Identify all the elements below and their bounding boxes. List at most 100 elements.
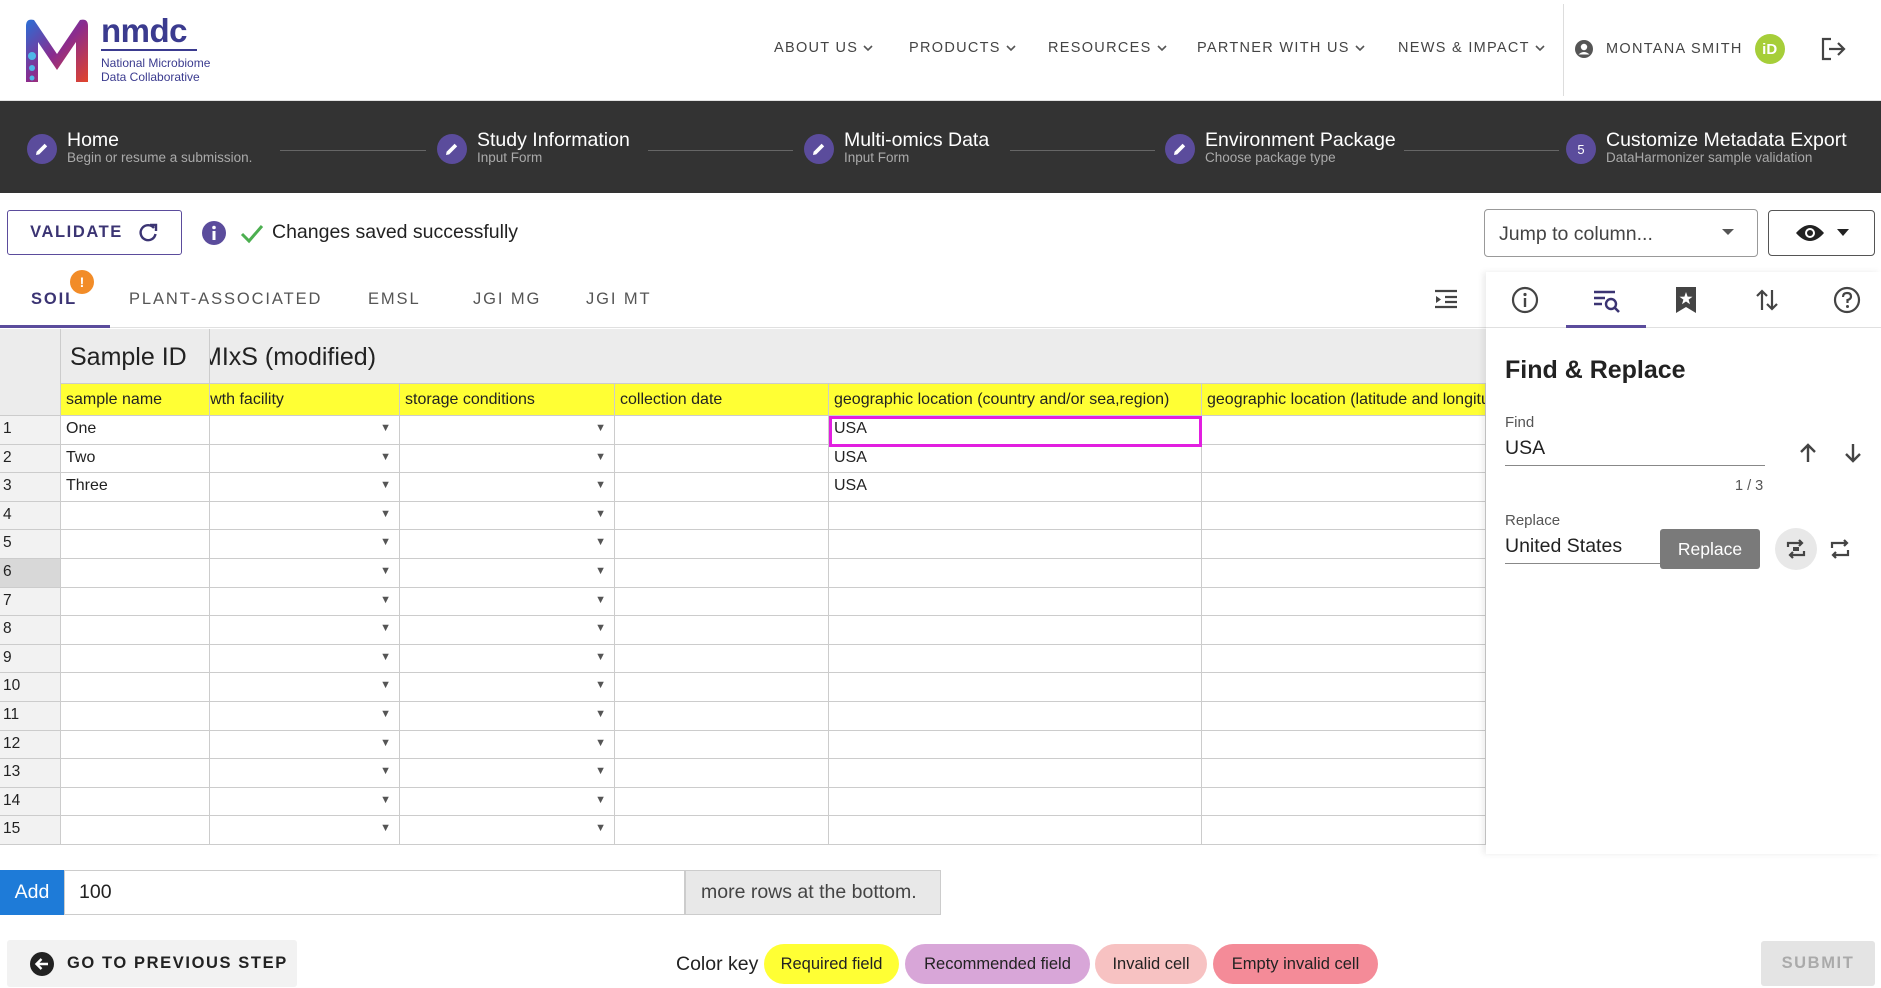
grid-cell[interactable]: ▼ xyxy=(210,473,400,502)
grid-cell[interactable]: ▼ xyxy=(210,444,400,474)
dropdown-arrow-icon[interactable]: ▼ xyxy=(595,622,606,634)
jump-to-column-select[interactable]: Jump to column... xyxy=(1484,209,1758,257)
grid-cell[interactable] xyxy=(1202,501,1486,531)
step-home[interactable]: Home Begin or resume a submission. xyxy=(27,129,252,165)
grid-cell[interactable] xyxy=(1202,644,1486,674)
grid-cell[interactable] xyxy=(615,702,829,731)
dropdown-arrow-icon[interactable]: ▼ xyxy=(595,594,606,606)
grid-cell[interactable]: ▼ xyxy=(210,673,400,702)
submit-button[interactable]: SUBMIT xyxy=(1761,941,1875,986)
grid-cell[interactable]: ▼ xyxy=(210,530,400,559)
grid-cell[interactable] xyxy=(615,501,829,531)
grid-cell[interactable] xyxy=(615,787,829,817)
dropdown-arrow-icon[interactable]: ▼ xyxy=(595,451,606,463)
grid-cell[interactable] xyxy=(1202,759,1486,788)
grid-cell[interactable] xyxy=(829,616,1202,645)
grid-cell[interactable]: USA xyxy=(829,444,1202,474)
grid-cell[interactable]: ▼ xyxy=(210,616,400,645)
grid-cell[interactable] xyxy=(1202,616,1486,645)
grid-cell[interactable]: ▼ xyxy=(400,530,615,559)
row-number[interactable]: 12 xyxy=(0,730,61,760)
grid-cell[interactable] xyxy=(615,587,829,617)
grid-cell[interactable] xyxy=(61,644,210,674)
grid-cell[interactable]: ▼ xyxy=(400,644,615,674)
grid-cell[interactable] xyxy=(829,787,1202,817)
row-number[interactable]: 15 xyxy=(0,816,61,845)
grid-cell[interactable] xyxy=(829,759,1202,788)
grid-cell[interactable]: ▼ xyxy=(400,559,615,588)
grid-cell[interactable]: ▼ xyxy=(210,587,400,617)
col-geo-loc-name[interactable]: geographic location (country and/or sea,… xyxy=(829,384,1202,416)
row-number[interactable]: 13 xyxy=(0,759,61,788)
grid-cell[interactable]: ▼ xyxy=(400,816,615,845)
row-number[interactable]: 2 xyxy=(0,444,61,474)
grid-cell[interactable]: USA xyxy=(829,416,1202,445)
toggle-sidebar-icon[interactable] xyxy=(1433,288,1459,310)
col-storage-conditions[interactable]: storage conditions xyxy=(400,384,615,416)
dropdown-arrow-icon[interactable]: ▼ xyxy=(595,422,606,434)
grid-cell[interactable]: ▼ xyxy=(210,559,400,588)
nav-resources[interactable]: RESOURCES xyxy=(1048,40,1167,56)
logout-icon[interactable] xyxy=(1819,36,1847,62)
add-rows-button[interactable]: Add xyxy=(0,870,64,915)
grid-cell[interactable] xyxy=(1202,673,1486,702)
tab-plant-associated[interactable]: PLANT-ASSOCIATED xyxy=(129,290,322,309)
dropdown-arrow-icon[interactable]: ▼ xyxy=(380,451,391,463)
grid-cell[interactable] xyxy=(1202,473,1486,502)
validate-button[interactable]: VALIDATE xyxy=(7,210,182,255)
col-lat-lon[interactable]: geographic location (latitude and longit… xyxy=(1202,384,1486,416)
grid-cell[interactable] xyxy=(1202,730,1486,760)
grid-cell[interactable]: One xyxy=(61,416,210,445)
arrow-down-icon[interactable] xyxy=(1842,441,1864,465)
sort-arrows-icon[interactable] xyxy=(1752,285,1782,315)
row-number[interactable]: 1 xyxy=(0,416,61,445)
grid-cell[interactable] xyxy=(615,673,829,702)
dropdown-arrow-icon[interactable]: ▼ xyxy=(380,651,391,663)
dropdown-arrow-icon[interactable]: ▼ xyxy=(380,822,391,834)
dropdown-arrow-icon[interactable]: ▼ xyxy=(595,565,606,577)
grid-cell[interactable] xyxy=(615,444,829,474)
dropdown-arrow-icon[interactable]: ▼ xyxy=(595,794,606,806)
grid-cell[interactable]: ▼ xyxy=(400,473,615,502)
grid-cell[interactable] xyxy=(829,530,1202,559)
tab-soil[interactable]: SOIL xyxy=(31,290,77,309)
grid-cell[interactable] xyxy=(829,644,1202,674)
col-growth-facility[interactable]: growth facility xyxy=(210,384,400,416)
grid-cell[interactable]: ▼ xyxy=(210,702,400,731)
tab-jgi-mg[interactable]: JGI MG xyxy=(473,290,541,309)
grid-cell[interactable]: ▼ xyxy=(210,730,400,760)
row-number[interactable]: 14 xyxy=(0,787,61,817)
step-customize-metadata-export[interactable]: 5 Customize Metadata Export DataHarmonize… xyxy=(1566,129,1847,165)
step-environment-package[interactable]: Environment Package Choose package type xyxy=(1165,129,1396,165)
grid-cell[interactable] xyxy=(615,644,829,674)
grid-cell[interactable] xyxy=(61,530,210,559)
grid-cell[interactable] xyxy=(829,702,1202,731)
grid-cell[interactable] xyxy=(1202,787,1486,817)
grid-cell[interactable]: ▼ xyxy=(210,501,400,531)
row-number[interactable]: 5 xyxy=(0,530,61,559)
replace-input[interactable] xyxy=(1505,530,1660,564)
info-icon[interactable] xyxy=(201,220,227,246)
grid-cell[interactable] xyxy=(829,816,1202,845)
grid-cell[interactable] xyxy=(1202,587,1486,617)
grid-cell[interactable]: ▼ xyxy=(400,416,615,445)
find-replace-icon[interactable] xyxy=(1591,285,1621,315)
grid-cell[interactable] xyxy=(61,673,210,702)
dropdown-arrow-icon[interactable]: ▼ xyxy=(595,508,606,520)
grid-cell[interactable] xyxy=(829,673,1202,702)
dropdown-arrow-icon[interactable]: ▼ xyxy=(380,737,391,749)
dropdown-arrow-icon[interactable]: ▼ xyxy=(380,765,391,777)
column-visibility-button[interactable] xyxy=(1768,210,1875,256)
row-number[interactable]: 7 xyxy=(0,587,61,617)
grid-cell[interactable] xyxy=(61,587,210,617)
dropdown-arrow-icon[interactable]: ▼ xyxy=(380,508,391,520)
dropdown-arrow-icon[interactable]: ▼ xyxy=(595,708,606,720)
dropdown-arrow-icon[interactable]: ▼ xyxy=(595,651,606,663)
grid-cell[interactable] xyxy=(61,702,210,731)
grid-cell[interactable] xyxy=(61,616,210,645)
info-outline-icon[interactable] xyxy=(1510,285,1540,315)
grid-cell[interactable]: ▼ xyxy=(400,501,615,531)
nav-about-us[interactable]: ABOUT US xyxy=(774,40,873,56)
grid-cell[interactable] xyxy=(61,730,210,760)
grid-cell[interactable] xyxy=(615,416,829,445)
